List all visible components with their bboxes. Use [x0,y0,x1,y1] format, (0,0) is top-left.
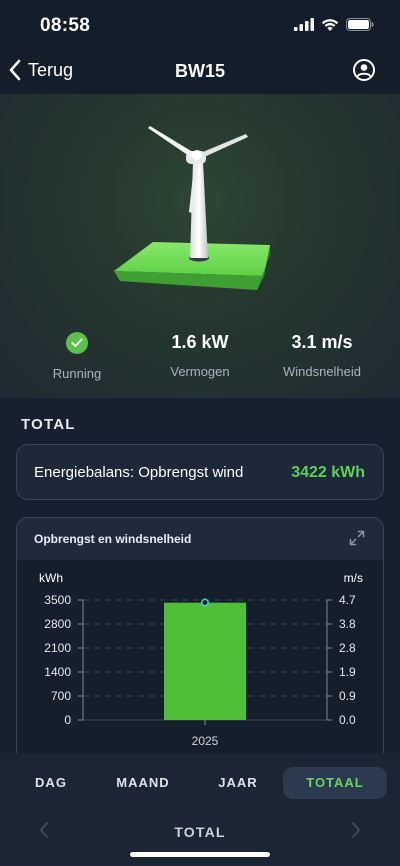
profile-button[interactable] [352,58,376,87]
tab-dag[interactable]: DAG [14,767,88,799]
status-bar: 08:58 [0,0,400,52]
nav-bar: Terug BW15 [0,52,400,94]
page-title: BW15 [174,61,225,81]
left-tick-label: 2800 [44,617,71,631]
expand-button[interactable] [349,530,365,551]
chart-title: Opbrengst en windsnelheid [34,532,192,546]
left-axis-unit: kWh [39,571,63,585]
period-label: TOTAL [174,824,226,840]
wind-stat: 3.1 m/s Windsnelheid [257,330,387,379]
right-tick-label: 0.0 [339,713,356,727]
bar [164,602,246,720]
power-stat: 1.6 kW Vermogen [135,330,265,379]
status-time: 08:58 [40,15,91,36]
left-tick-label: 3500 [44,593,71,607]
period-tabbar: DAG MAAND JAAR TOTAAL [0,753,400,866]
wind-label: Windsnelheid [282,364,362,379]
status-icons [294,18,374,31]
left-tick-label: 0 [64,713,71,727]
signal-icon [294,18,314,31]
home-indicator [130,852,270,857]
right-axis-unit: m/s [344,571,363,585]
section-label: TOTAL [21,416,76,433]
left-tick-label: 2100 [44,641,71,655]
chevron-right-icon [352,822,360,838]
period-navigator: TOTAL [0,816,400,846]
wind-speed-point [201,598,210,607]
right-tick-label: 4.7 [339,593,356,607]
next-period-button[interactable] [350,820,362,845]
check-icon [66,332,88,354]
power-value: 1.6 kW [171,332,229,352]
tab-maand[interactable]: MAAND [98,767,188,799]
x-tick-label: 2025 [192,734,219,748]
energy-value: 3422 kWh [291,464,365,481]
left-tick-label: 700 [51,689,71,703]
battery-icon [346,18,374,31]
profile-icon [353,59,375,81]
right-tick-label: 2.8 [339,641,356,655]
left-tick-label: 1400 [44,665,71,679]
chart-header: Opbrengst en windsnelheid [17,518,383,560]
wind-value: 3.1 m/s [291,332,353,352]
chart-plot: kWh m/s 0 0.0 700 0.9 1400 1.9 2100 2.8 2800 3.8 350… [39,571,363,748]
right-tick-label: 0.9 [339,689,356,703]
chart-card: Opbrengst en windsnelheid kWh m/s 0 0.0 700 0… [16,517,384,767]
wifi-icon [321,19,339,31]
wind-turbine-illustration [114,126,270,290]
status-stat: Running [12,330,142,381]
right-tick-label: 3.8 [339,617,356,631]
energy-label: Energiebalans: Opbrengst wind [34,464,244,481]
power-label: Vermogen [170,364,230,379]
stats-row: Running 1.6 kW Vermogen 3.1 m/s Windsnel… [0,330,400,390]
status-label: Running [52,366,102,381]
tab-jaar[interactable]: JAAR [198,767,278,799]
energy-balance-card: Energiebalans: Opbrengst wind 3422 kWh [16,444,384,500]
right-tick-label: 1.9 [339,665,356,679]
tab-totaal[interactable]: TOTAAL [283,767,387,799]
expand-icon [349,530,365,546]
